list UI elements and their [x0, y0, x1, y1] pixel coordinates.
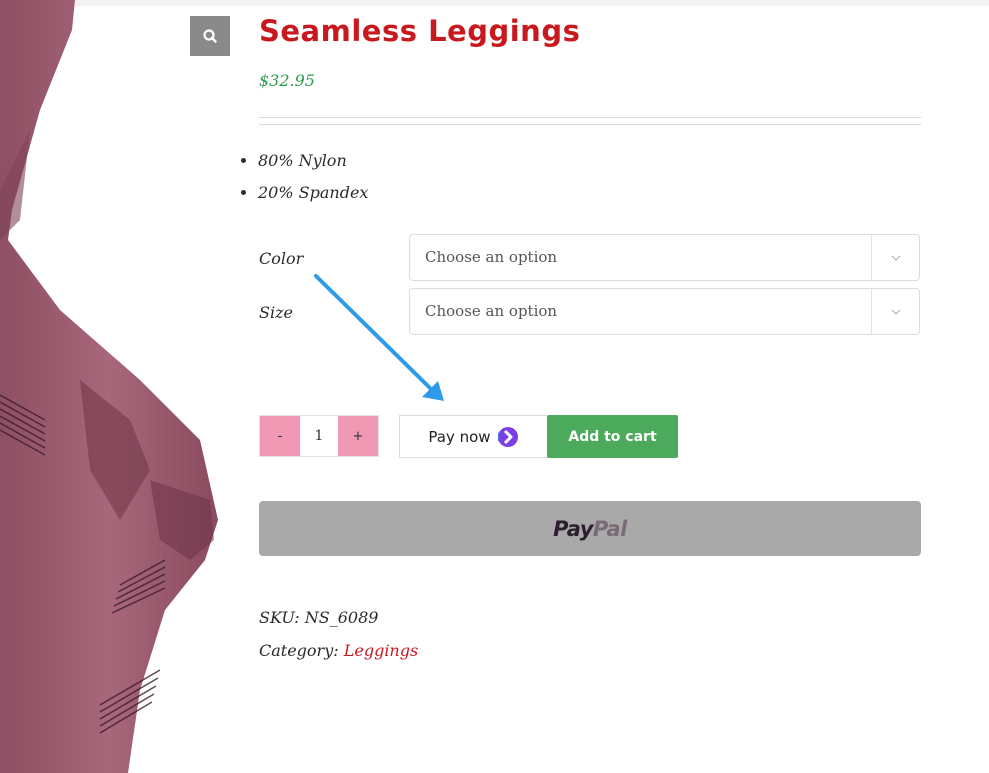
chevron-down-icon: [871, 235, 919, 280]
product-title: Seamless Leggings: [259, 14, 581, 48]
paypal-logo-pal: Pal: [592, 516, 627, 541]
color-select-value: Choose an option: [425, 248, 558, 266]
size-select[interactable]: Choose an option: [409, 288, 920, 335]
zoom-button[interactable]: [190, 16, 230, 56]
add-to-cart-button[interactable]: Add to cart: [547, 415, 678, 458]
chevron-circle-icon: [497, 426, 518, 447]
feature-item: 20% Spandex: [258, 182, 368, 214]
color-select[interactable]: Choose an option: [409, 234, 920, 281]
search-icon: [203, 29, 217, 43]
product-image[interactable]: [0, 0, 240, 773]
size-label: Size: [259, 303, 293, 322]
feature-list: 80% Nylon 20% Spandex: [241, 150, 368, 214]
category-link[interactable]: Leggings: [344, 641, 418, 660]
sku-label: SKU:: [259, 608, 300, 627]
divider: [259, 117, 921, 118]
category-label: Category:: [259, 641, 339, 660]
quantity-minus-button[interactable]: -: [260, 416, 300, 456]
sku-value: NS_6089: [304, 608, 379, 627]
category: Category: Leggings: [259, 641, 418, 660]
paypal-button[interactable]: Pay Pal: [259, 501, 921, 556]
sku: SKU: NS_6089: [259, 608, 378, 627]
quantity-input[interactable]: 1: [300, 416, 338, 456]
divider: [259, 124, 921, 125]
quantity-stepper[interactable]: - 1 +: [259, 415, 379, 457]
chevron-down-icon: [871, 289, 919, 334]
product-price: $32.95: [259, 71, 315, 90]
pay-now-label: Pay now: [428, 427, 491, 446]
pay-now-button[interactable]: Pay now: [399, 415, 548, 458]
size-select-value: Choose an option: [425, 302, 558, 320]
feature-item: 80% Nylon: [258, 150, 368, 182]
paypal-logo-pay: Pay: [553, 516, 593, 541]
leggings-illustration: [0, 0, 218, 773]
quantity-plus-button[interactable]: +: [338, 416, 378, 456]
color-label: Color: [259, 249, 304, 268]
